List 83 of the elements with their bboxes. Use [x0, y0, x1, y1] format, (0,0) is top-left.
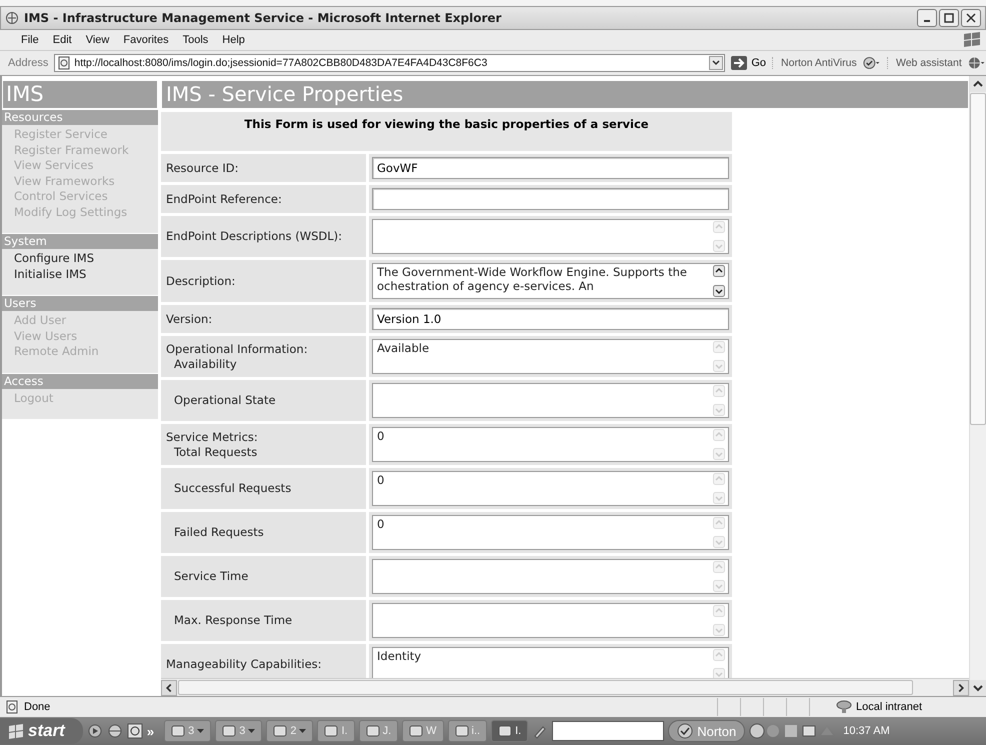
- more-button[interactable]: »: [146, 724, 154, 738]
- media-player-icon[interactable]: [86, 723, 103, 739]
- start-button[interactable]: start: [0, 718, 83, 744]
- field-label: Successful Requests: [173, 481, 292, 496]
- taskbar-button[interactable]: I.: [491, 720, 528, 742]
- field-label: Max. Response Time: [173, 613, 294, 628]
- sidebar-link[interactable]: Configure IMS: [14, 251, 158, 266]
- logo: IMS: [2, 80, 158, 109]
- menu-item[interactable]: File: [14, 34, 46, 46]
- arrow-icon: [731, 56, 748, 70]
- dropdown-icon[interactable]: [709, 56, 724, 70]
- clock-icon[interactable]: [126, 723, 143, 739]
- clock: 10:37 AM: [843, 725, 890, 737]
- windows-logo-icon: [8, 723, 24, 739]
- address-label: Address: [8, 57, 48, 69]
- form-description: This Form is used for viewing the basic properties of a service: [161, 112, 732, 151]
- field-label: Availability: [173, 356, 238, 372]
- window-icon: [498, 724, 512, 738]
- window-icon: [273, 724, 288, 738]
- field-label: Total Requests: [173, 444, 258, 460]
- window-icon: [366, 724, 380, 738]
- field-label: Version:: [166, 312, 214, 326]
- field-group-label: Operational Information:: [166, 342, 309, 356]
- status-text: Done: [24, 701, 52, 713]
- text-field[interactable]: Version 1.0: [372, 308, 729, 330]
- text-field[interactable]: GovWF: [372, 157, 729, 179]
- scroll-up-icon[interactable]: [713, 265, 725, 277]
- field-group-label: Service Metrics:: [166, 430, 259, 444]
- section-heading: Access: [2, 374, 158, 388]
- window-title: IMS - Infrastructure Management Service - Microsoft Internet Explorer: [24, 11, 502, 25]
- menu-item[interactable]: Edit: [46, 34, 79, 46]
- section-heading: System: [2, 234, 158, 249]
- scroll-up-icon[interactable]: [970, 76, 986, 92]
- minimize-icon: [924, 20, 930, 22]
- scroll-left-icon[interactable]: [161, 680, 177, 696]
- maximize-icon: [944, 13, 954, 23]
- network-icon: [836, 700, 852, 714]
- field-group-label: Manageability Capabilities:: [166, 657, 323, 672]
- scroll-down-icon[interactable]: [713, 285, 725, 297]
- page-icon: [57, 56, 72, 70]
- page-title: IMS - Service Properties: [161, 80, 969, 109]
- browser-icon: [5, 11, 19, 25]
- search-field[interactable]: [552, 721, 664, 741]
- vertical-scrollbar[interactable]: [969, 76, 986, 696]
- field-label: Description:: [166, 274, 236, 288]
- menu-item[interactable]: Tools: [176, 34, 216, 46]
- field-label: Resource ID:: [166, 160, 240, 176]
- section-heading: Resources: [2, 110, 158, 125]
- windows-logo-icon: [962, 31, 982, 49]
- window-icon: [454, 724, 469, 738]
- globe-icon[interactable]: [968, 56, 986, 70]
- web-assistant-button[interactable]: Web assistant: [886, 57, 962, 69]
- maximize-button[interactable]: [939, 9, 959, 27]
- section-heading: Users: [2, 296, 158, 311]
- horizontal-scrollbar[interactable]: [161, 678, 969, 696]
- scroll-right-icon[interactable]: [953, 680, 969, 696]
- text-field[interactable]: [372, 188, 729, 210]
- close-icon: [966, 13, 976, 23]
- window-icon: [222, 724, 236, 738]
- menu-item[interactable]: Help: [215, 34, 252, 46]
- menu-item[interactable]: View: [78, 34, 116, 46]
- close-button[interactable]: [961, 9, 981, 27]
- field-label: EndPoint Reference:: [166, 192, 283, 206]
- security-zone: Local intranet: [856, 701, 924, 713]
- page-icon: [4, 700, 20, 714]
- shield-icon[interactable]: [862, 56, 881, 70]
- menu-item[interactable]: Favorites: [116, 34, 176, 46]
- check-icon: [677, 723, 694, 739]
- field-label: Service Time: [173, 569, 250, 584]
- field-label: Failed Requests: [173, 525, 265, 540]
- field-label: EndPoint Descriptions (WSDL):: [166, 229, 343, 244]
- address-field[interactable]: http://localhost:8080/ims/login.do;jsessionid=77A802CBB80D483DA7E4FA4D43C8F6C3: [54, 54, 726, 72]
- browser-icon[interactable]: [106, 723, 123, 739]
- sidebar-link[interactable]: Initialise IMS: [14, 266, 158, 282]
- window-icon: [171, 724, 186, 738]
- text-area[interactable]: The Government-Wide Workflow Engine. Supports the ochestration of agency e-services. An: [372, 263, 729, 299]
- window-icon: [409, 724, 424, 738]
- scroll-down-icon[interactable]: [970, 680, 986, 696]
- norton-antivirus-button[interactable]: Norton AntiVirus: [772, 57, 857, 69]
- window-icon: [324, 724, 338, 738]
- minimize-button[interactable]: [917, 9, 937, 27]
- go-button[interactable]: Go: [731, 56, 766, 70]
- field-label: Operational State: [173, 393, 277, 408]
